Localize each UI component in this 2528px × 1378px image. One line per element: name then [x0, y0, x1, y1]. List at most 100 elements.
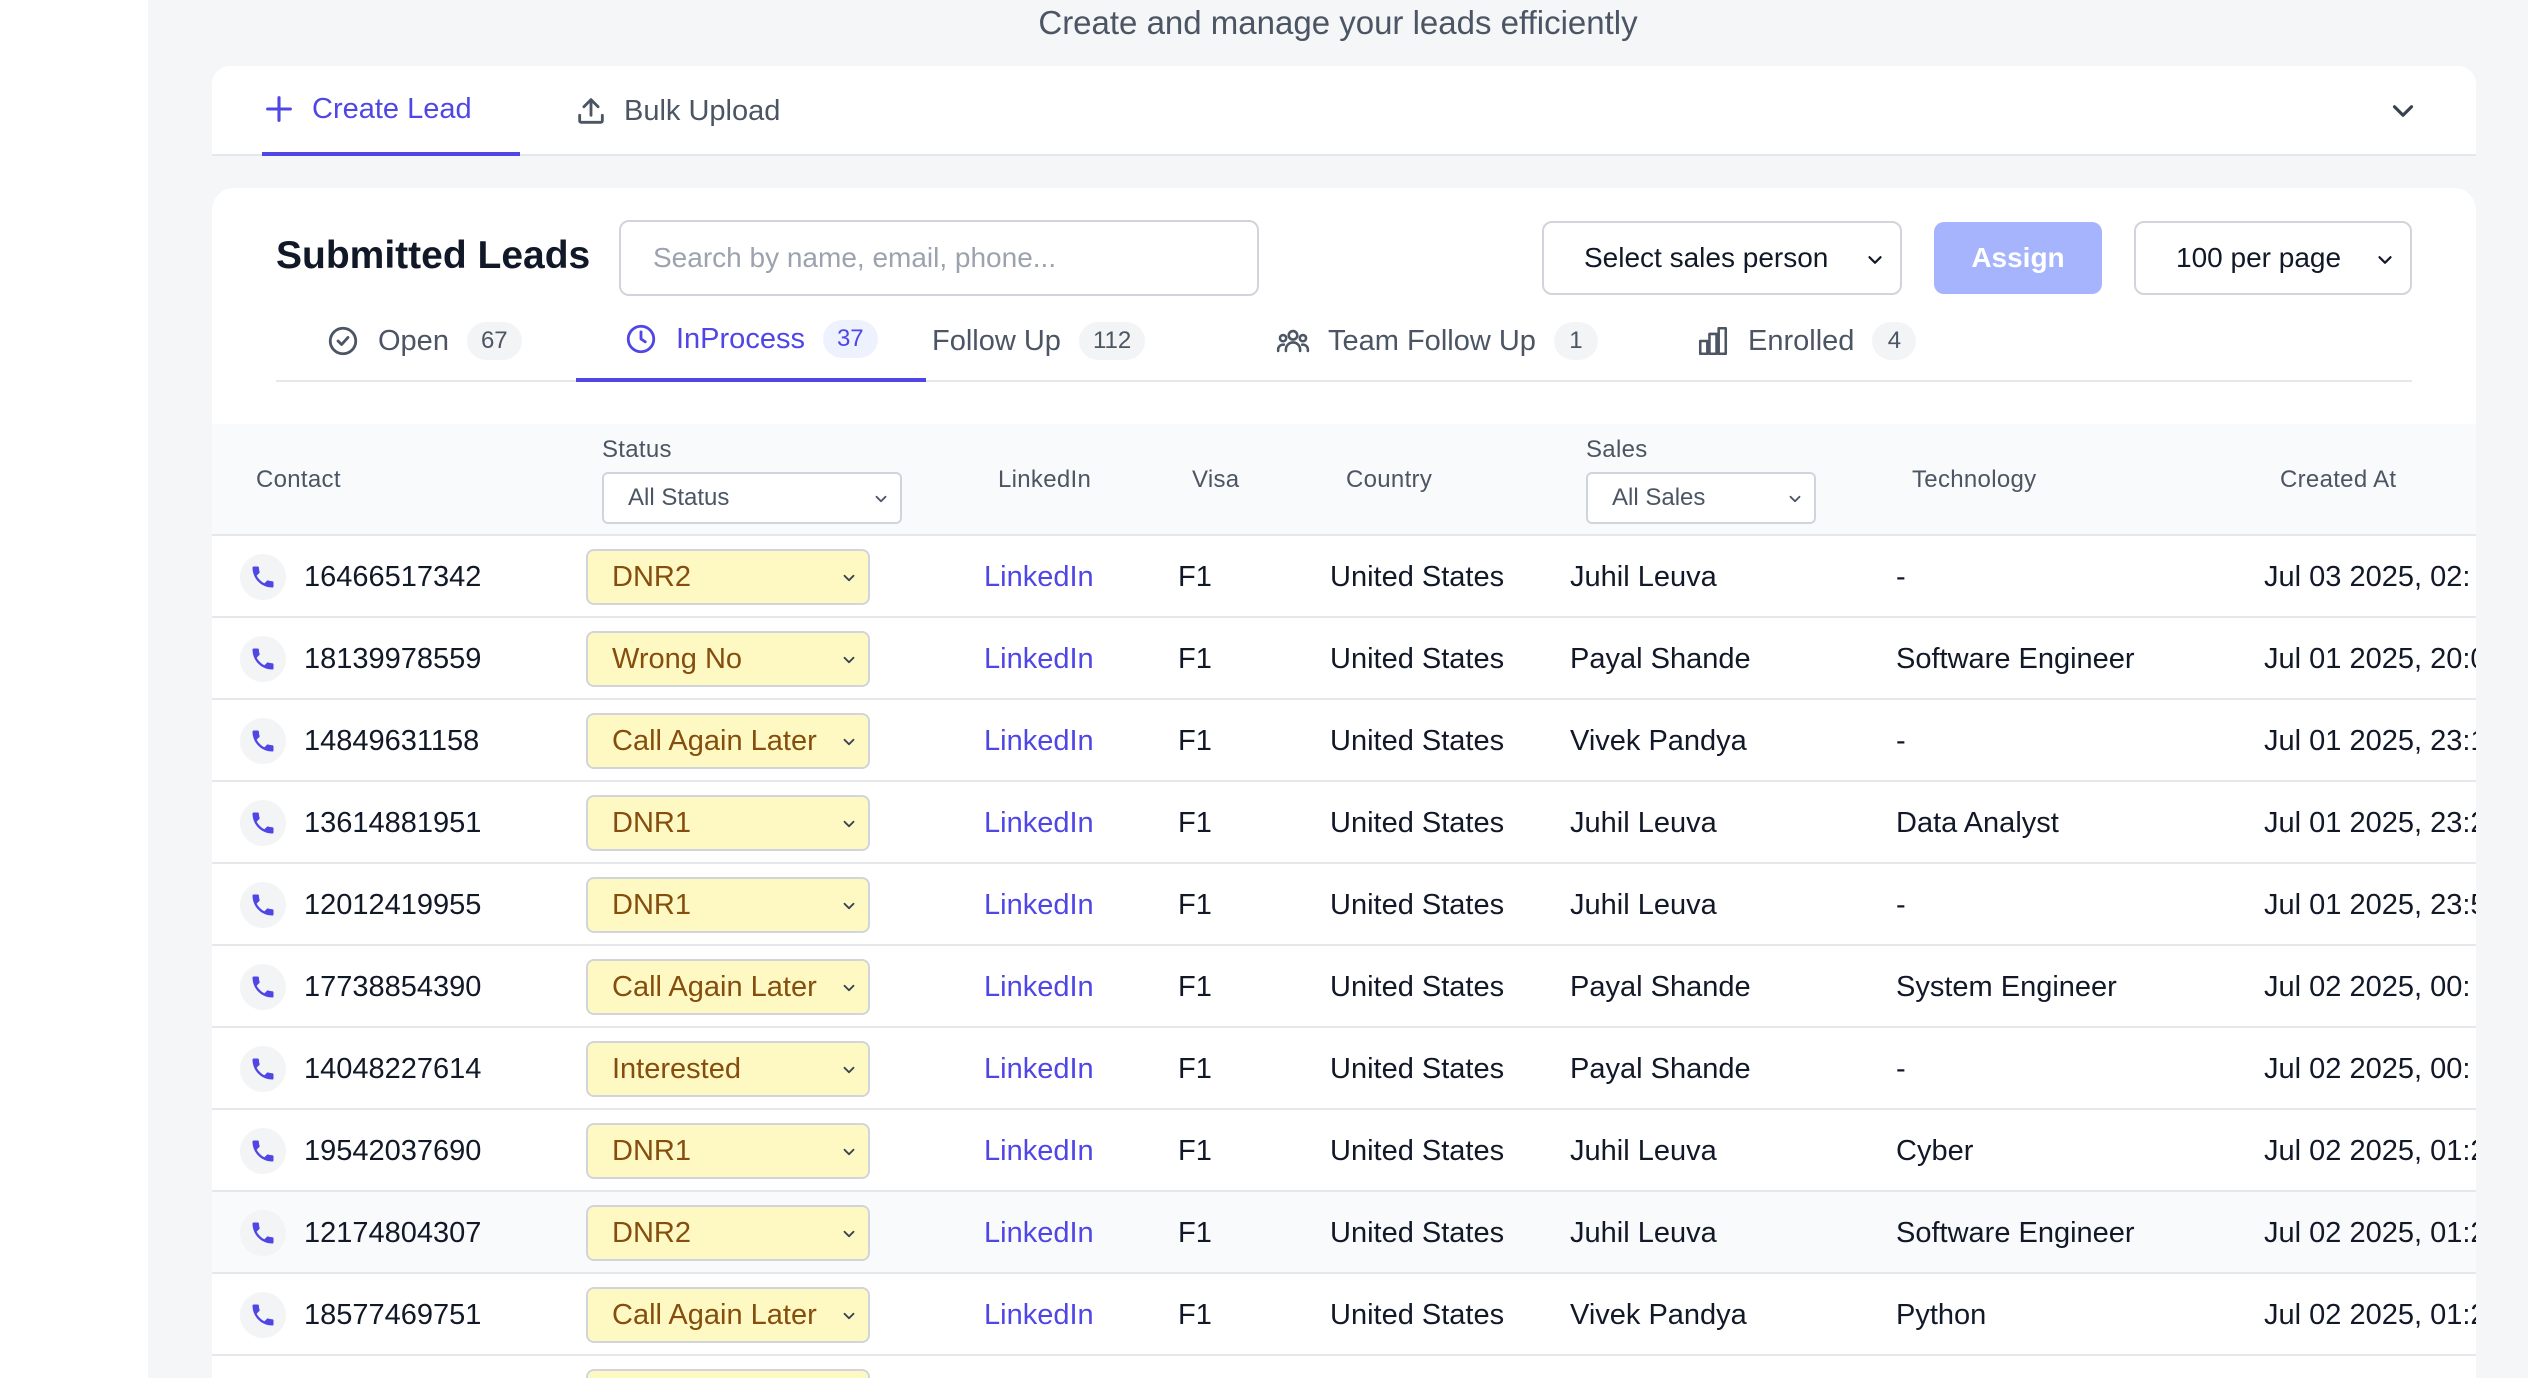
tab-team-follow-up[interactable]: Team Follow Up 1 — [1276, 300, 1598, 382]
call-button[interactable] — [240, 800, 286, 846]
status-select[interactable]: Call Again Later — [586, 1287, 870, 1343]
status-select[interactable]: DNR1 — [586, 877, 870, 933]
tab-inprocess[interactable]: InProcess 37 — [576, 300, 926, 382]
country-cell: United States — [1330, 1134, 1505, 1167]
call-button[interactable] — [240, 1046, 286, 1092]
tab-open-label: Open — [378, 324, 449, 357]
count-badge: 67 — [466, 322, 522, 360]
linkedin-link[interactable]: LinkedIn — [984, 536, 1094, 618]
call-button[interactable] — [240, 718, 286, 764]
linkedin-link[interactable]: LinkedIn — [984, 1274, 1094, 1356]
linkedin-link[interactable]: LinkedIn — [984, 1110, 1094, 1192]
search-input[interactable] — [619, 220, 1259, 296]
visa-cell: F1 — [1178, 1134, 1212, 1167]
call-button[interactable] — [240, 554, 286, 600]
chevron-down-icon[interactable] — [2386, 94, 2420, 128]
contact-phone: 14048227614 — [304, 1052, 482, 1085]
status-select-value: Call Again Later — [612, 1298, 817, 1331]
call-button[interactable] — [240, 1292, 286, 1338]
sales-filter-select[interactable]: All Sales — [1586, 472, 1816, 524]
count-badge: 4 — [1872, 322, 1917, 360]
column-header-linkedin: LinkedIn — [998, 466, 1092, 493]
column-header-created-at: Created At — [2280, 466, 2397, 493]
linkedin-link[interactable]: LinkedIn — [984, 1028, 1094, 1110]
contact-phone: 14849631158 — [304, 724, 480, 757]
table-row: 12012419955 DNR1 LinkedIn F1 United States Ju… — [212, 864, 2476, 946]
country-cell: United States — [1330, 888, 1505, 921]
chevron-down-icon — [843, 656, 855, 664]
call-button[interactable] — [240, 636, 286, 682]
sales-person-select-label: Select sales person — [1584, 242, 1829, 273]
technology-cell: Data Analyst — [1896, 806, 2059, 839]
per-page-select[interactable]: 100 per page — [2134, 221, 2412, 295]
call-button[interactable] — [240, 964, 286, 1010]
status-select[interactable]: Call Again Later — [586, 713, 870, 769]
assign-button[interactable]: Assign — [1934, 222, 2102, 294]
linkedin-link[interactable]: LinkedIn — [984, 618, 1094, 700]
technology-cell: Software Engineer — [1896, 1216, 2135, 1249]
sales-cell: Payal Shande — [1570, 1052, 1751, 1085]
tab-bulk-upload-label: Bulk Upload — [624, 94, 781, 127]
linkedin-link[interactable]: LinkedIn — [984, 946, 1094, 1028]
contact-phone: 19542037690 — [304, 1134, 482, 1167]
chevron-down-icon — [843, 1312, 855, 1320]
technology-cell: - — [1896, 560, 1906, 593]
linkedin-link[interactable]: LinkedIn — [984, 700, 1094, 782]
status-select-value: Interested — [612, 1052, 741, 1085]
tab-create-lead[interactable]: Create Lead — [262, 66, 520, 156]
status-select[interactable]: DNR2 — [586, 549, 870, 605]
contact-phone: 12012419955 — [304, 888, 482, 921]
visa-cell: F1 — [1178, 970, 1212, 1003]
status-select[interactable] — [586, 1369, 870, 1378]
created-at-cell: Jul 01 2025, 23:2 — [2264, 806, 2476, 839]
created-at-cell: Jul 01 2025, 23:1 — [2264, 724, 2476, 757]
status-filter-select[interactable]: All Status — [602, 472, 902, 524]
status-select-value: DNR2 — [612, 560, 691, 593]
status-select[interactable]: Wrong No — [586, 631, 870, 687]
bar-chart-icon — [1698, 326, 1728, 356]
leads-card: Submitted Leads Select sales person Assi… — [212, 188, 2476, 1378]
linkedin-link[interactable]: LinkedIn — [984, 782, 1094, 864]
status-select[interactable]: DNR1 — [586, 795, 870, 851]
chevron-down-icon — [843, 820, 855, 828]
table-row: 18139978559 Wrong No LinkedIn F1 United Stat… — [212, 618, 2476, 700]
count-badge: 1 — [1553, 322, 1598, 360]
call-button[interactable] — [240, 1128, 286, 1174]
visa-cell: F1 — [1178, 560, 1212, 593]
technology-cell: - — [1896, 1052, 1906, 1085]
per-page-select-label: 100 per page — [2176, 242, 2342, 273]
sales-cell: Vivek Pandya — [1570, 724, 1747, 757]
status-select[interactable]: Call Again Later — [586, 959, 870, 1015]
chevron-down-icon — [1789, 495, 1801, 503]
created-at-cell: Jul 01 2025, 23:5 — [2264, 888, 2476, 921]
plus-icon — [266, 96, 292, 122]
phone-icon — [252, 812, 274, 834]
call-button[interactable] — [240, 882, 286, 928]
sales-person-select[interactable]: Select sales person — [1542, 221, 1902, 295]
tab-follow-up-label: Follow Up — [932, 324, 1061, 357]
status-select[interactable]: DNR1 — [586, 1123, 870, 1179]
status-select[interactable]: DNR2 — [586, 1205, 870, 1261]
tab-enrolled[interactable]: Enrolled 4 — [1696, 300, 1917, 382]
status-filter-label: All Status — [628, 484, 730, 511]
created-at-cell: Jul 02 2025, 01:2 — [2264, 1216, 2476, 1249]
linkedin-link[interactable]: LinkedIn — [984, 1192, 1094, 1274]
column-header-status: Status — [602, 436, 672, 463]
country-cell: United States — [1330, 560, 1505, 593]
table-row: 14849631158 Call Again Later LinkedIn F1 Uni… — [212, 700, 2476, 782]
chevron-down-icon — [843, 574, 855, 582]
visa-cell: F1 — [1178, 888, 1212, 921]
tab-open[interactable]: Open 67 — [326, 300, 522, 382]
linkedin-link[interactable]: LinkedIn — [984, 864, 1094, 946]
status-select[interactable]: Interested — [586, 1041, 870, 1097]
call-button[interactable] — [240, 1210, 286, 1256]
contact-phone: 18139978559 — [304, 642, 482, 675]
tab-follow-up[interactable]: Follow Up 112 — [932, 300, 1146, 382]
table-row: 14048227614 Interested LinkedIn F1 United St… — [212, 1028, 2476, 1110]
phone-icon — [252, 1140, 274, 1162]
chevron-down-icon — [843, 1148, 855, 1156]
tab-bulk-upload[interactable]: Bulk Upload — [574, 66, 780, 156]
contact-phone: 12174804307 — [304, 1216, 482, 1249]
sales-filter-label: All Sales — [1612, 484, 1706, 511]
count-badge: 37 — [822, 320, 878, 358]
